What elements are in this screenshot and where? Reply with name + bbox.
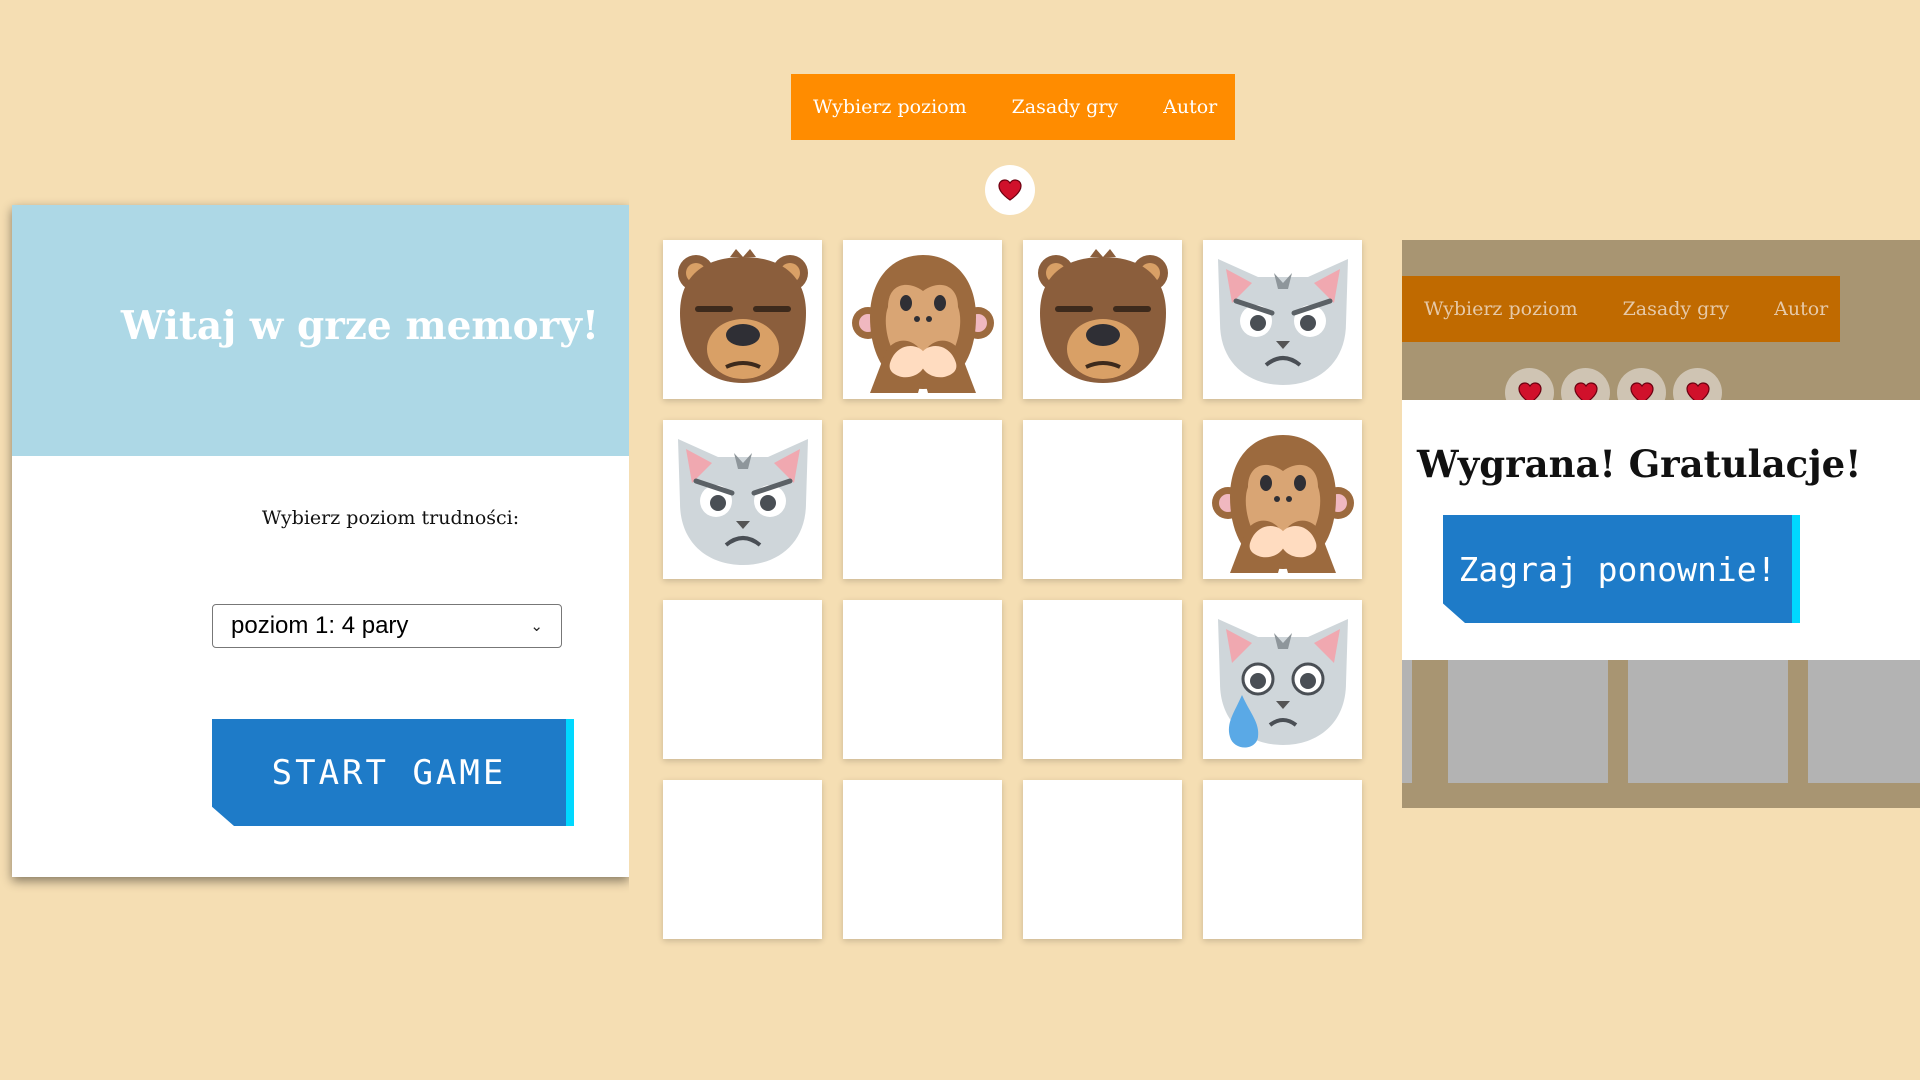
win-dialog: Wygrana! Gratulacje! Zagraj ponownie! [1402,400,1920,660]
nav-item-choose-level[interactable]: Wybierz poziom [813,96,967,118]
start-header: Witaj w grze memory! [12,205,629,456]
main-nav: Wybierz poziom Zasady gry Autor [791,74,1235,140]
memory-card-revealed[interactable] [843,240,1002,399]
crying-cat-icon [1208,603,1358,757]
nav-item-rules[interactable]: Zasady gry [1623,298,1730,320]
nav-item-choose-level[interactable]: Wybierz poziom [1424,298,1578,320]
memory-card-hidden[interactable] [1023,600,1182,759]
background-card [1628,660,1788,783]
start-game-button[interactable]: START GAME [212,719,574,826]
memory-card-hidden[interactable] [843,420,1002,579]
win-nav: Wybierz poziom Zasady gry Autor [1402,276,1840,342]
nav-item-rules[interactable]: Zasady gry [1012,96,1119,118]
memory-card-hidden[interactable] [843,600,1002,759]
monkey-icon [848,243,998,397]
background-card [1448,660,1608,783]
background-card [1402,660,1412,783]
memory-card-hidden[interactable] [663,780,822,939]
bear-icon [668,243,818,397]
memory-card-hidden[interactable] [843,780,1002,939]
bear-icon [1028,243,1178,397]
memory-card-hidden[interactable] [663,600,822,759]
memory-card-revealed[interactable] [1203,600,1362,759]
nav-item-author[interactable]: Autor [1163,96,1217,118]
memory-card-hidden[interactable] [1023,420,1182,579]
win-screen-panel: Wybierz poziom Zasady gry Autor Wygrana!… [1402,240,1920,808]
memory-card-revealed[interactable] [663,420,822,579]
memory-card-hidden[interactable] [1203,780,1362,939]
play-again-button[interactable]: Zagraj ponownie! [1443,515,1800,623]
angry-cat-icon [1208,243,1358,397]
angry-cat-icon [668,423,818,577]
background-card [1808,660,1920,783]
memory-card-revealed[interactable] [1203,420,1362,579]
memory-card-revealed[interactable] [1203,240,1362,399]
lives-indicator [985,165,1035,215]
level-label: Wybierz poziom trudności: [261,507,520,529]
start-title: Witaj w grze memory! [120,303,599,349]
heart-icon [985,165,1035,215]
memory-card-revealed[interactable] [1023,240,1182,399]
chevron-down-icon: ⌄ [530,618,543,635]
start-screen-panel: Witaj w grze memory! Wybierz poziom trud… [12,205,629,877]
level-select[interactable]: poziom 1: 4 pary ⌄ [212,604,562,648]
monkey-icon [1208,423,1358,577]
memory-card-revealed[interactable] [663,240,822,399]
win-title: Wygrana! Gratulacje! [1417,442,1862,486]
memory-card-hidden[interactable] [1023,780,1182,939]
level-select-value: poziom 1: 4 pary [231,612,409,639]
nav-item-author[interactable]: Autor [1774,298,1828,320]
